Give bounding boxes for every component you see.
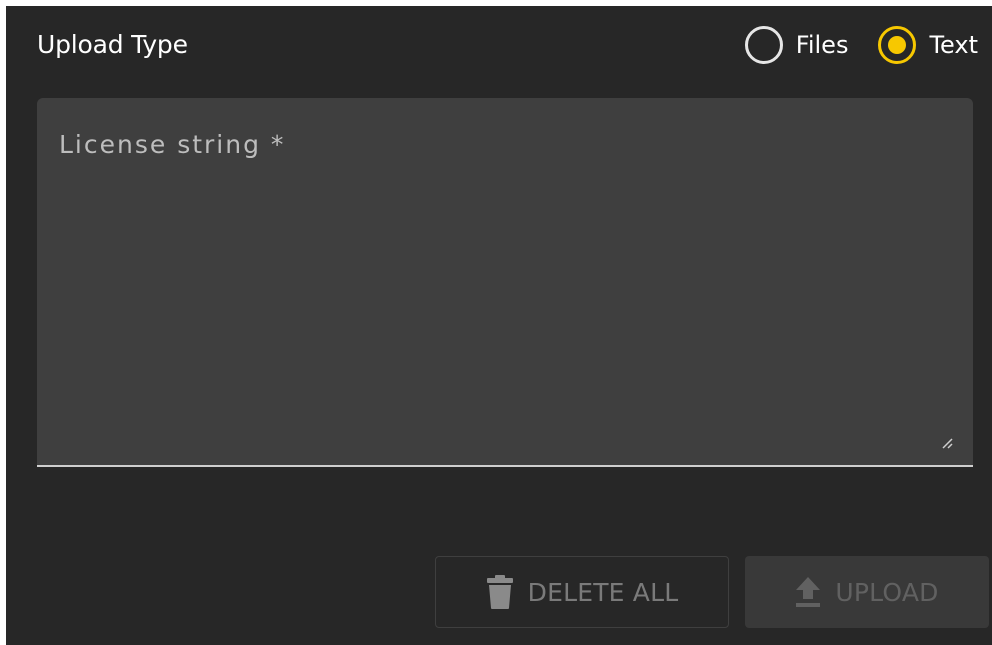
radio-label-text: Text	[929, 31, 978, 59]
radio-option-text[interactable]: Text	[878, 26, 978, 64]
radio-unchecked-icon[interactable]	[744, 26, 783, 64]
radio-label-files: Files	[795, 31, 849, 59]
radio-option-files[interactable]: Files	[744, 26, 849, 64]
delete-all-button[interactable]: DELETE ALL	[435, 556, 729, 628]
upload-type-radio-group: Files Text	[744, 26, 978, 64]
delete-all-label: DELETE ALL	[527, 577, 679, 607]
upload-type-title: Upload Type	[37, 30, 188, 59]
upload-panel: Upload Type Files Text License string *	[6, 6, 992, 645]
upload-label: UPLOAD	[835, 577, 939, 607]
license-string-textarea[interactable]: License string *	[37, 98, 973, 467]
upload-button[interactable]: UPLOAD	[745, 556, 989, 628]
radio-checked-icon[interactable]	[878, 26, 917, 64]
radio-dot	[888, 36, 907, 54]
license-string-label: License string *	[59, 130, 286, 159]
upload-arrow-icon	[795, 576, 821, 608]
resize-handle-icon[interactable]	[939, 435, 953, 449]
trash-icon	[486, 574, 514, 610]
